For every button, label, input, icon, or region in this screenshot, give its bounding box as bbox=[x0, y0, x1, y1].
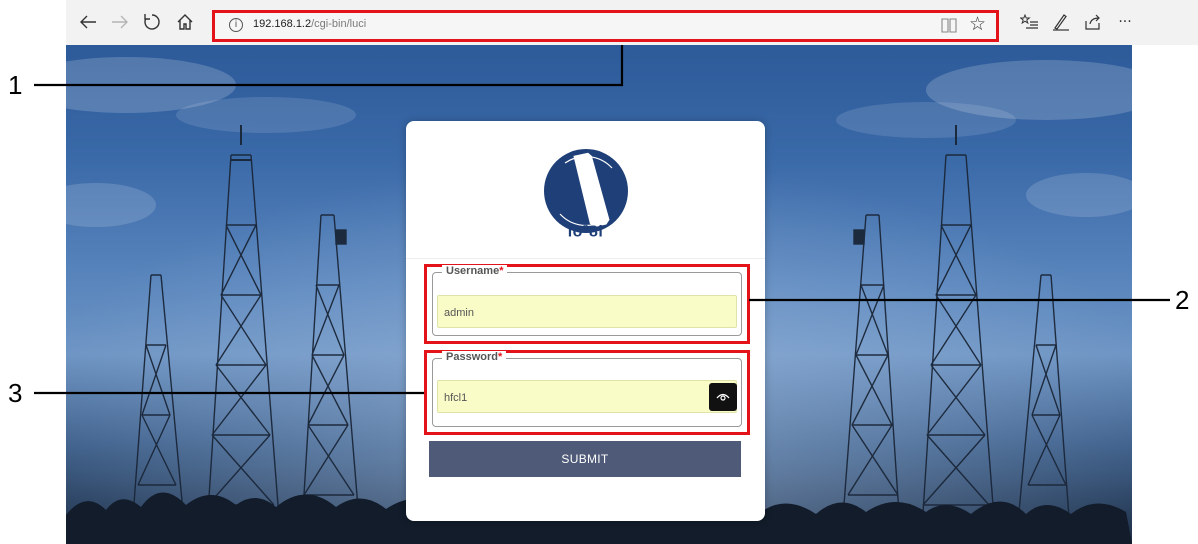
callout-2-label: 2 bbox=[1175, 285, 1190, 315]
callout-3-label: 3 bbox=[8, 378, 23, 408]
callout-1-label: 1 bbox=[8, 70, 23, 100]
screenshot: ··· i 192.168.1.2/cgi-bin/luci ☆ ion8l U… bbox=[0, 0, 1198, 544]
callout-lines bbox=[34, 45, 1170, 395]
